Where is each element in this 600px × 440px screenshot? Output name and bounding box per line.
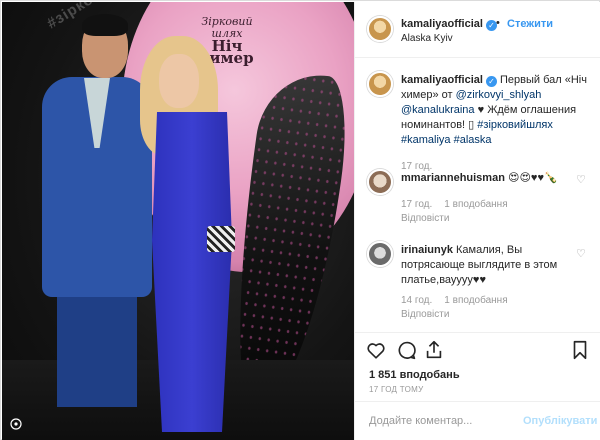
location-link[interactable]: Alaska Kyiv: [401, 33, 453, 44]
comment-time[interactable]: 14 год.: [401, 295, 432, 306]
post-header: kamaliyaofficial ✓ • Стежити Alaska Kyiv: [355, 2, 600, 58]
comment-text: irinaiunyk Камалия, Вы потрясающе выгляд…: [401, 244, 558, 286]
reply-button[interactable]: Відповісти: [401, 213, 449, 224]
mention-link[interactable]: @kanalukraina: [401, 104, 475, 116]
man-figure-legs: [57, 287, 137, 407]
publish-button[interactable]: Опублікувати: [523, 415, 597, 427]
heart-icon[interactable]: [365, 339, 387, 361]
comment-text: mmariannehuisman 😍😍♥♥🍾: [401, 172, 558, 184]
instagram-post-window: Зірковий шлях Ніч химер #зірковийшлях ka…: [0, 0, 600, 440]
comment-like-icon[interactable]: ♡: [576, 249, 587, 260]
verified-icon: ✓: [485, 76, 497, 87]
caption-author[interactable]: kamaliyaofficial: [401, 74, 483, 86]
commenter-avatar[interactable]: [367, 169, 393, 195]
action-bar: [355, 332, 600, 368]
bookmark-icon[interactable]: [569, 339, 591, 361]
caption-text: kamaliyaofficial ✓ Первый бал «Ніч химер»…: [401, 74, 587, 146]
comment-meta: 14 год. 1 вподобання: [401, 295, 520, 306]
add-comment-bar: Опублікувати: [355, 401, 600, 440]
comment-likes[interactable]: 1 вподобання: [444, 295, 507, 306]
comment-time[interactable]: 17 год.: [401, 199, 432, 210]
author-avatar[interactable]: [367, 16, 393, 42]
separator-dot: •: [496, 17, 500, 29]
comment-input[interactable]: [369, 412, 519, 430]
author-username[interactable]: kamaliyaofficial ✓: [401, 18, 497, 31]
mention-link[interactable]: @zirkovyi_shlyah: [456, 89, 542, 101]
man-hair: [82, 14, 128, 36]
comment-meta: 17 год. 1 вподобання: [401, 199, 520, 210]
comment-likes[interactable]: 1 вподобання: [444, 199, 507, 210]
comments-list[interactable]: kamaliyaofficial ✓ Первый бал «Ніч химер»…: [355, 59, 600, 331]
clutch-bag: [207, 226, 235, 252]
comment-like-icon[interactable]: ♡: [576, 175, 587, 186]
reply-button[interactable]: Відповісти: [401, 309, 449, 320]
comment-meta-reply: Відповісти: [401, 213, 461, 224]
woman-face: [159, 54, 199, 108]
follow-button[interactable]: Стежити: [507, 18, 553, 30]
likes-count[interactable]: 1 851 вподобань: [369, 369, 460, 381]
commenter-username[interactable]: mmariannehuisman: [401, 172, 505, 184]
post-photo[interactable]: Зірковий шлях Ніч химер #зірковийшлях: [2, 2, 354, 440]
comment-meta-reply: Відповісти: [401, 309, 461, 320]
commenter-username[interactable]: irinaiunyk: [401, 244, 453, 256]
comment-icon[interactable]: [395, 339, 417, 361]
post-time-ago[interactable]: 17 ГОД ТОМУ: [369, 385, 424, 394]
reel-icon: [10, 418, 22, 430]
share-icon[interactable]: [423, 339, 445, 361]
author-avatar[interactable]: [367, 71, 393, 97]
post-side-panel: kamaliyaofficial ✓ • Стежити Alaska Kyiv …: [354, 2, 600, 440]
commenter-avatar[interactable]: [367, 241, 393, 267]
